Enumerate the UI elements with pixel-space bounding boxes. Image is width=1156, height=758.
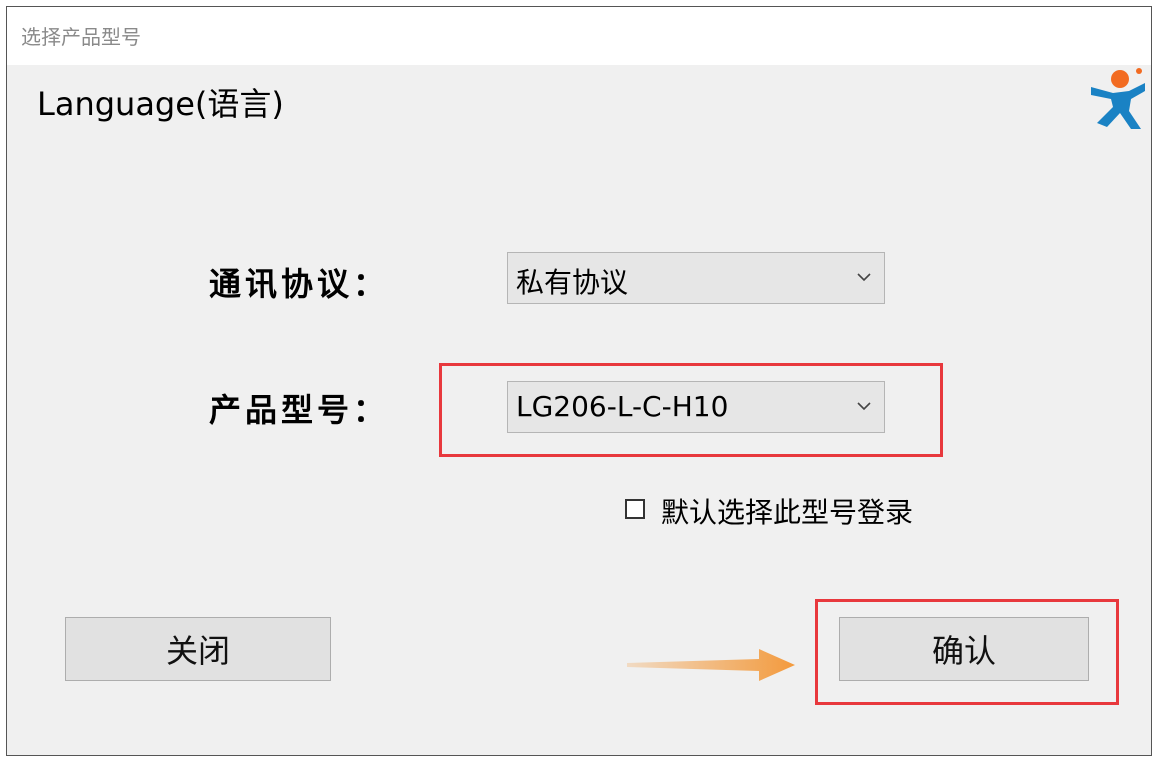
model-select-dialog: 选择产品型号 Language(语言) 通讯协议： 私有协议 产品型号： LG2… bbox=[6, 6, 1152, 756]
checkbox-box[interactable] bbox=[625, 499, 645, 519]
arrow-right-icon bbox=[627, 649, 795, 681]
confirm-button[interactable]: 确认 bbox=[839, 617, 1089, 681]
title-bar: 选择产品型号 bbox=[7, 7, 1151, 65]
protocol-select-value: 私有协议 bbox=[516, 266, 629, 299]
language-switch[interactable]: Language(语言) bbox=[37, 79, 284, 125]
close-button[interactable]: 关闭 bbox=[65, 617, 331, 681]
protocol-label: 通讯协议： bbox=[209, 265, 390, 303]
window-title: 选择产品型号 bbox=[21, 25, 141, 49]
protocol-select[interactable]: 私有协议 bbox=[507, 252, 885, 304]
model-select[interactable]: LG206-L-C-H10 bbox=[507, 381, 885, 433]
model-select-value: LG206-L-C-H10 bbox=[516, 390, 729, 423]
model-label: 产品型号： bbox=[209, 391, 390, 429]
chevron-down-icon bbox=[857, 402, 871, 411]
default-model-checkbox-label: 默认选择此型号登录 bbox=[661, 496, 914, 529]
chevron-down-icon bbox=[857, 273, 871, 282]
brand-logo-icon bbox=[1091, 68, 1145, 129]
